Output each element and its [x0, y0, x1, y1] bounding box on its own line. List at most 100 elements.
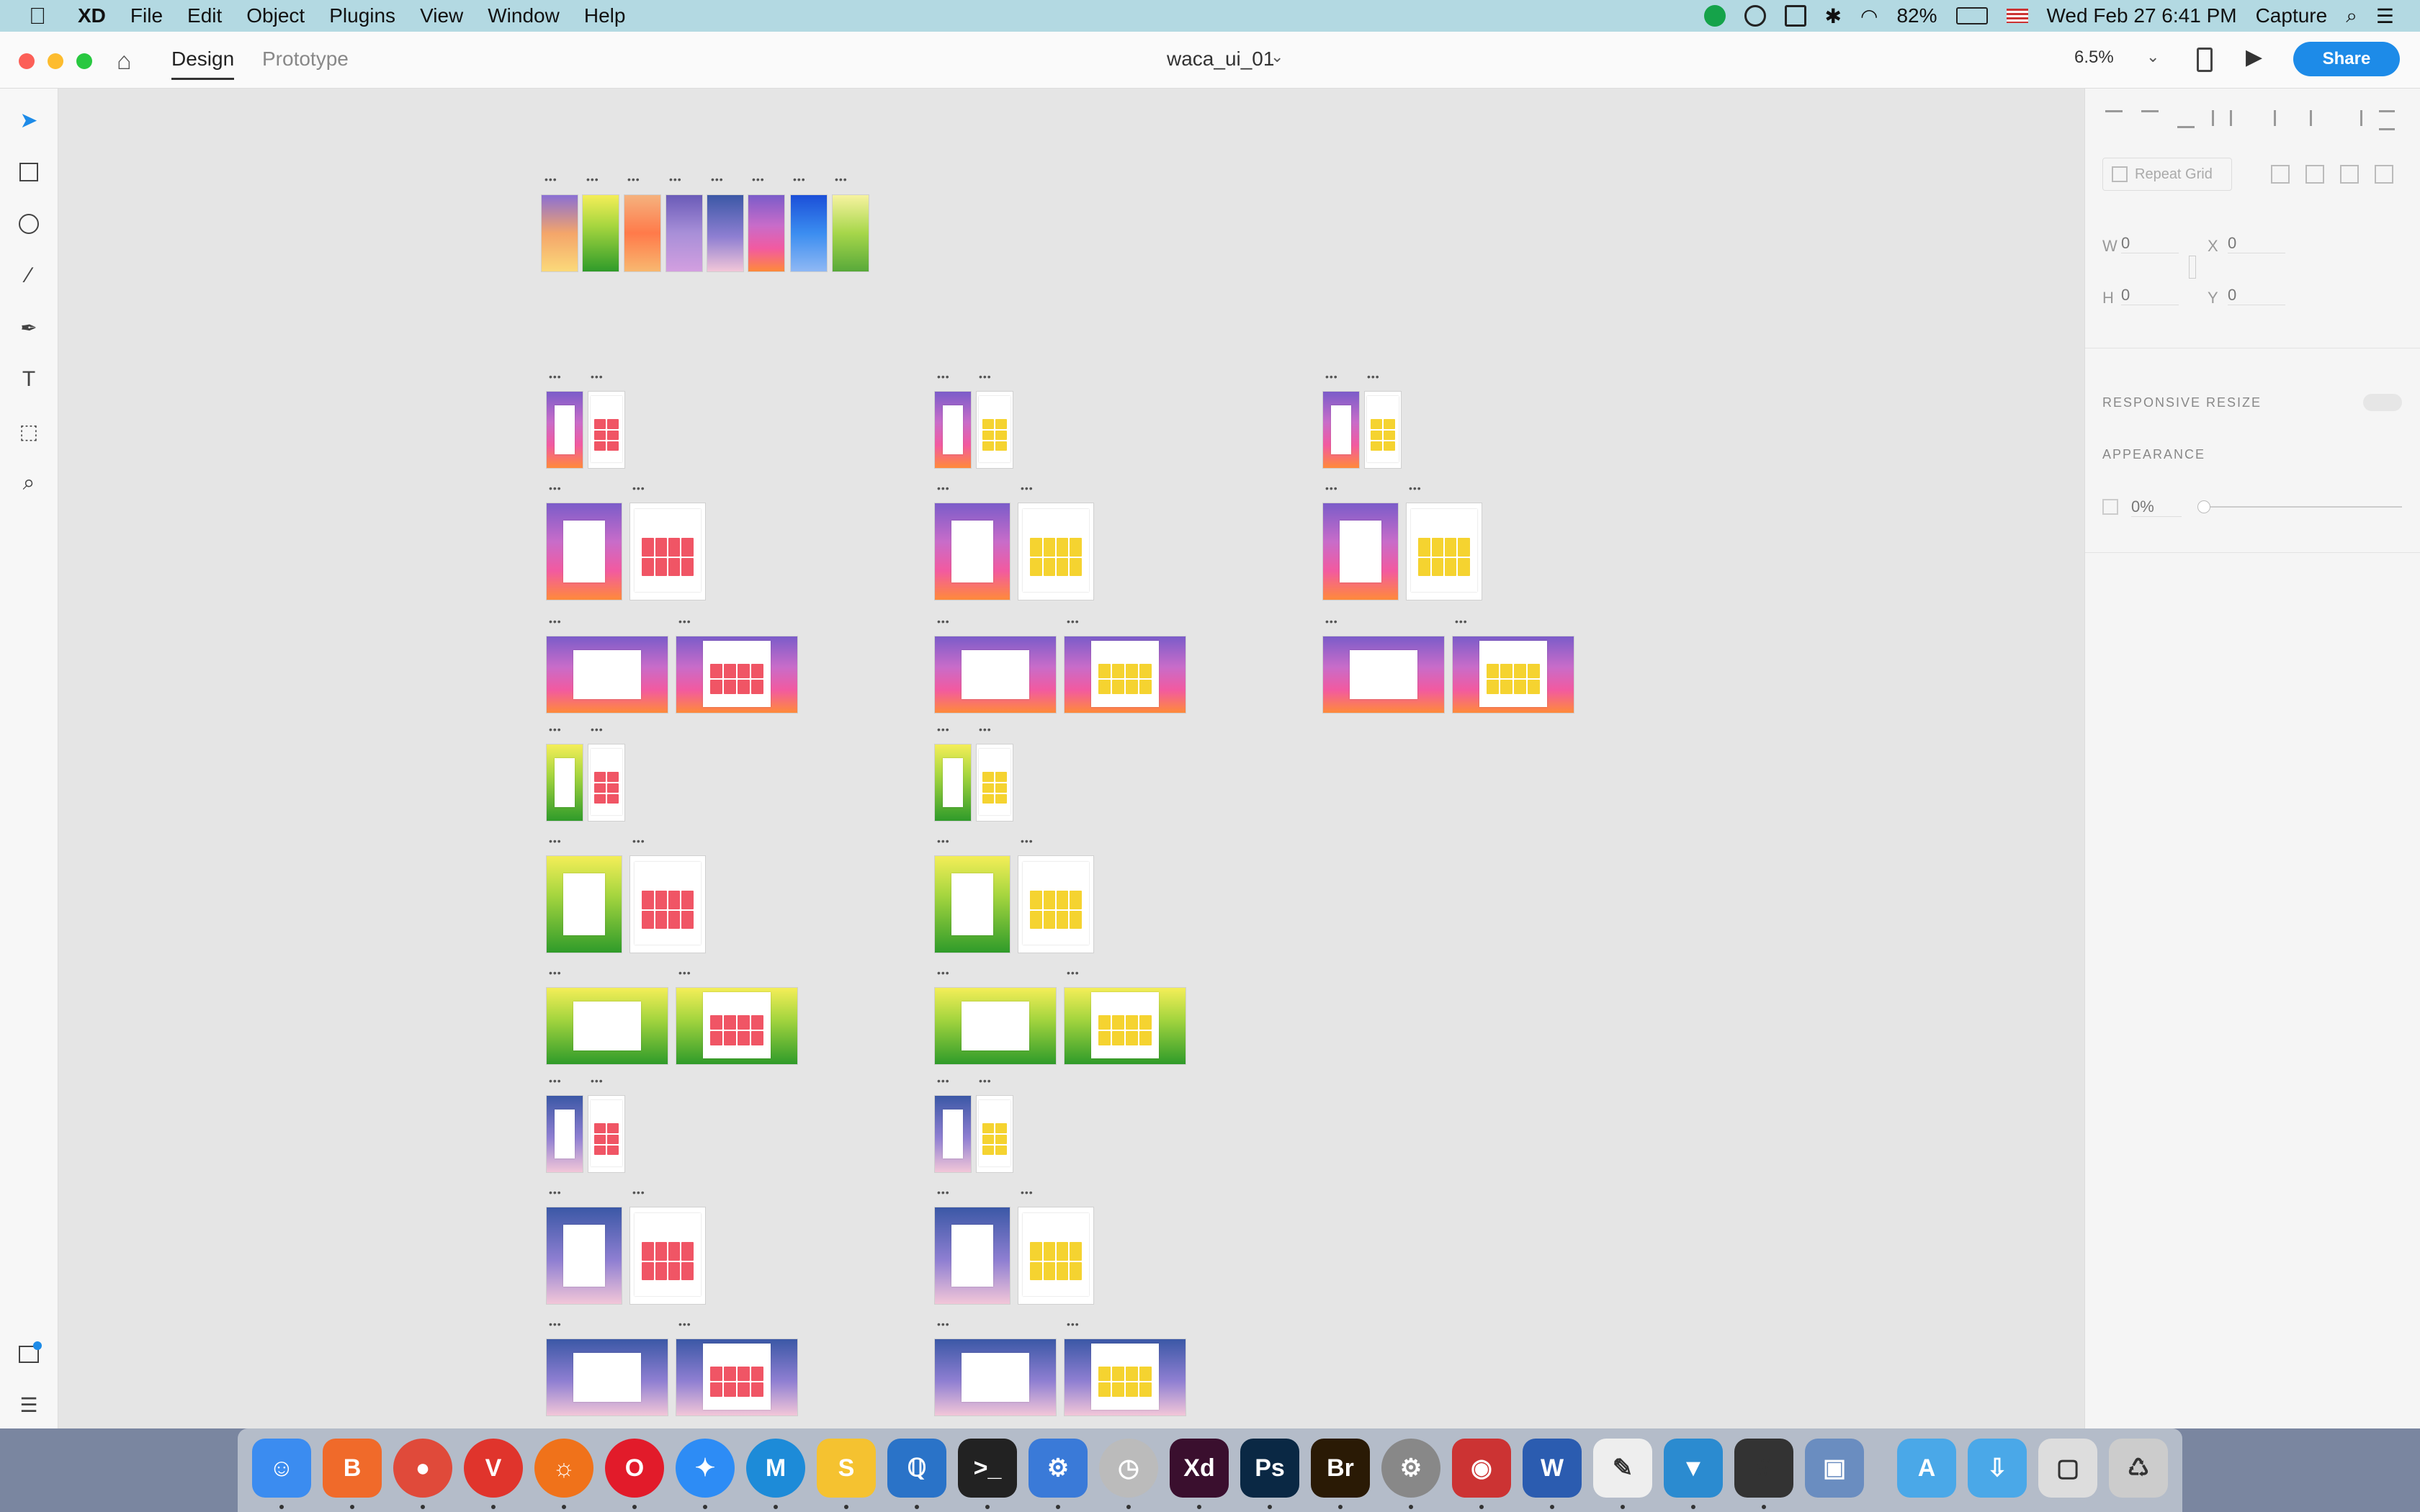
play-icon[interactable]: ▶ — [2246, 45, 2262, 70]
artboard[interactable] — [666, 194, 703, 272]
dock-ps-icon[interactable]: Ps — [1240, 1439, 1299, 1498]
artboard[interactable] — [546, 503, 622, 600]
artboard[interactable] — [676, 1338, 798, 1416]
dock-word-icon[interactable]: W — [1523, 1439, 1582, 1498]
pen-tool-icon[interactable]: ✒ — [16, 315, 42, 341]
artboard[interactable] — [1018, 503, 1094, 600]
dock-finder-icon[interactable]: ☺ — [252, 1439, 311, 1498]
assets-icon[interactable] — [16, 1341, 42, 1367]
dock-slack-icon[interactable]: S — [817, 1439, 876, 1498]
artboard[interactable] — [546, 391, 583, 469]
artboard[interactable] — [1452, 636, 1574, 714]
artboard[interactable] — [934, 636, 1057, 714]
align-center-icon[interactable] — [2310, 110, 2328, 126]
artboard[interactable] — [546, 1338, 668, 1416]
dock-trash-icon[interactable]: ♺ — [2109, 1439, 2168, 1498]
tab-prototype[interactable]: Prototype — [262, 48, 349, 71]
dock-chrome-icon[interactable]: ● — [393, 1439, 452, 1498]
dock-br-icon[interactable]: Br — [1311, 1439, 1370, 1498]
align-bottom-icon[interactable] — [2177, 110, 2195, 128]
artboard[interactable] — [1018, 855, 1094, 953]
zoom-level[interactable]: 6.5% — [2074, 48, 2114, 68]
select-tool-icon[interactable]: ➤ — [16, 107, 42, 133]
align-left-icon[interactable] — [2274, 110, 2292, 126]
artboard[interactable] — [934, 1338, 1057, 1416]
dock-xd-icon[interactable]: Xd — [1170, 1439, 1229, 1498]
artboard[interactable] — [546, 744, 583, 822]
artboard[interactable] — [546, 855, 622, 953]
menu-file[interactable]: File — [130, 4, 163, 27]
artboard[interactable] — [624, 194, 661, 272]
artboard[interactable] — [934, 1095, 972, 1173]
minimize-window-button[interactable] — [48, 53, 63, 69]
ellipse-tool-icon[interactable] — [16, 211, 42, 237]
artboard[interactable] — [976, 391, 1013, 469]
dock-firefox-icon[interactable]: ☼ — [534, 1439, 593, 1498]
artboard[interactable] — [541, 194, 578, 272]
dock-opera-icon[interactable]: O — [605, 1439, 664, 1498]
align-right-icon[interactable] — [2344, 110, 2362, 126]
artboard[interactable] — [1364, 391, 1402, 469]
artboard[interactable] — [629, 855, 706, 953]
dock-terminal-icon[interactable]: >_ — [958, 1439, 1017, 1498]
dock-brave-icon[interactable]: B — [323, 1439, 382, 1498]
design-canvas[interactable]: ••• ••• ••• ••• ••• ••• ••• ••• ••• ••• ••… — [58, 89, 2084, 1428]
artboard[interactable] — [976, 744, 1013, 822]
battery-icon[interactable] — [1955, 7, 1988, 24]
apple-menu-icon[interactable]:  — [29, 3, 46, 30]
dock-downloads-icon[interactable]: ⇩ — [1968, 1439, 2027, 1498]
artboard[interactable] — [934, 503, 1010, 600]
boolean-subtract-icon[interactable] — [2305, 165, 2324, 184]
artboard[interactable] — [588, 1095, 625, 1173]
artboard[interactable] — [1064, 987, 1186, 1065]
text-tool-icon[interactable]: T — [16, 366, 42, 392]
distribute-vertical-icon[interactable] — [2212, 110, 2232, 126]
document-title[interactable]: waca_ui_01 — [1167, 48, 1274, 71]
boolean-add-icon[interactable] — [2271, 165, 2290, 184]
dock-screenshot-icon[interactable]: ▢ — [2038, 1439, 2097, 1498]
artboard[interactable] — [934, 744, 972, 822]
artboard[interactable] — [1322, 503, 1399, 600]
artboard[interactable] — [676, 987, 798, 1065]
capture-menu[interactable]: Capture — [2256, 4, 2328, 27]
clock-datetime[interactable]: Wed Feb 27 6:41 PM — [2047, 4, 2237, 27]
repeat-grid-button[interactable]: Repeat Grid — [2102, 158, 2232, 191]
height-field[interactable]: 0 — [2121, 286, 2179, 305]
menu-plugins[interactable]: Plugins — [329, 4, 395, 27]
dock-keynote-icon[interactable]: ▼ — [1664, 1439, 1723, 1498]
dock-applications-icon[interactable]: A — [1897, 1439, 1956, 1498]
artboard[interactable] — [934, 987, 1057, 1065]
home-icon[interactable]: ⌂ — [117, 48, 132, 76]
rectangle-tool-icon[interactable] — [16, 159, 42, 185]
airplay-icon[interactable] — [1784, 5, 1806, 27]
zoom-tool-icon[interactable]: ⌕ — [16, 470, 42, 496]
chevron-down-icon[interactable]: ⌄ — [1270, 48, 1283, 66]
menu-window[interactable]: Window — [488, 4, 560, 27]
notification-center-icon[interactable]: ☰ — [2376, 4, 2394, 28]
artboard-tool-icon[interactable]: ⬚ — [16, 418, 42, 444]
dock-preview-icon[interactable]: ▣ — [1805, 1439, 1864, 1498]
artboard[interactable] — [1018, 1207, 1094, 1305]
artboard[interactable] — [1064, 636, 1186, 714]
artboard[interactable] — [546, 1095, 583, 1173]
tab-design[interactable]: Design — [171, 48, 235, 80]
opacity-field[interactable]: 0% — [2131, 498, 2182, 517]
dock-photo-booth-icon[interactable]: ◉ — [1452, 1439, 1511, 1498]
boolean-exclude-icon[interactable] — [2375, 165, 2393, 184]
grammarly-icon[interactable] — [1703, 5, 1726, 27]
y-field[interactable]: 0 — [2228, 286, 2285, 305]
menu-help[interactable]: Help — [584, 4, 626, 27]
dock-vs-code-icon[interactable]: ℚ — [887, 1439, 946, 1498]
artboard[interactable] — [707, 194, 744, 272]
share-button[interactable]: Share — [2293, 42, 2400, 76]
distribute-horizontal-icon[interactable] — [2379, 110, 2395, 130]
artboard[interactable] — [934, 855, 1010, 953]
artboard[interactable] — [934, 1207, 1010, 1305]
artboard[interactable] — [582, 194, 619, 272]
device-preview-icon[interactable] — [2197, 48, 2213, 72]
menu-view[interactable]: View — [420, 4, 463, 27]
artboard[interactable] — [629, 503, 706, 600]
close-window-button[interactable] — [19, 53, 35, 69]
artboard[interactable] — [629, 1207, 706, 1305]
artboard[interactable] — [546, 987, 668, 1065]
